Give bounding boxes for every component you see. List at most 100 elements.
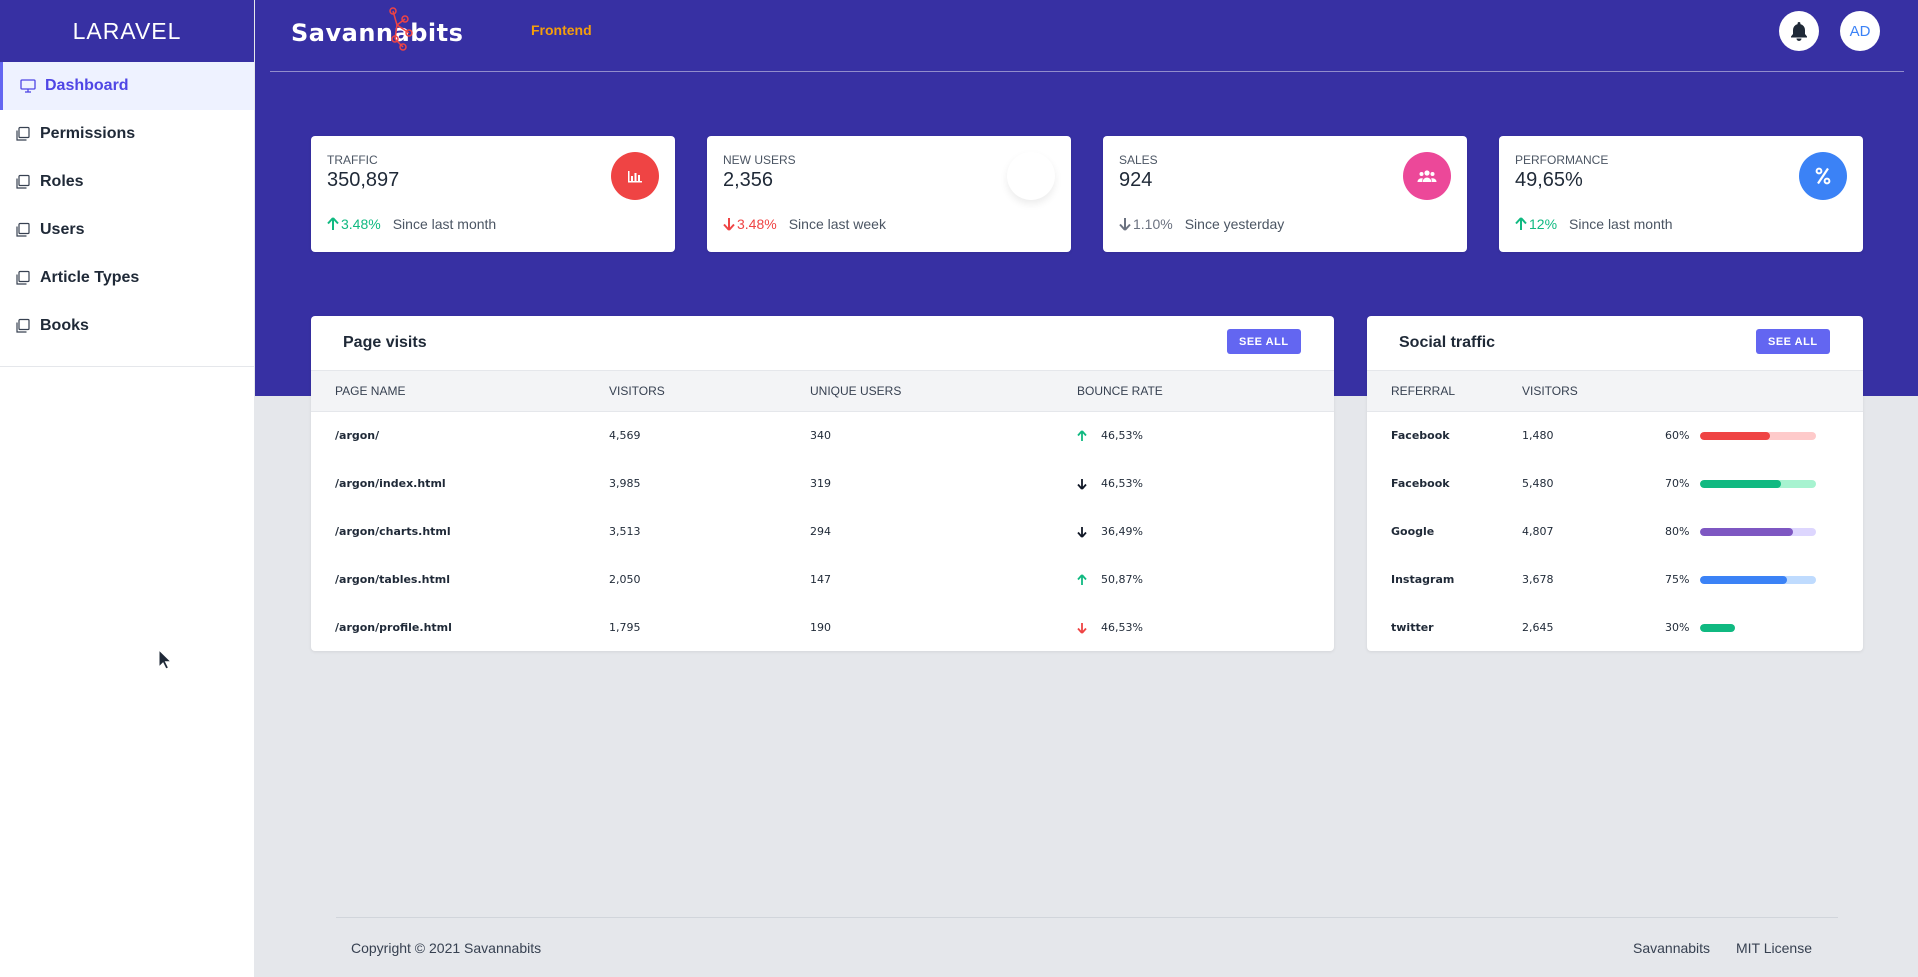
cell-referral: Google xyxy=(1391,525,1435,538)
users-icon xyxy=(1417,170,1437,182)
notifications-button[interactable] xyxy=(1779,11,1819,51)
sidebar: LARAVEL Dashboard Permissions Roles User… xyxy=(0,0,255,977)
cell-page: /argon/profile.html xyxy=(335,621,452,634)
progress-fill xyxy=(1700,527,1793,536)
sidebar-item-label: Permissions xyxy=(40,125,136,142)
cell-unique: 294 xyxy=(810,525,831,538)
copy-icon xyxy=(15,222,31,238)
progress-bar xyxy=(1700,527,1816,536)
col-header[interactable]: UNIQUE USERS xyxy=(810,370,1077,412)
bounce-value: 46,53% xyxy=(1101,477,1143,490)
cell-page: /argon/tables.html xyxy=(335,573,450,586)
stat-card-sales: SALES 924 1.10% Since yesterday xyxy=(1103,136,1467,252)
bounce-value: 50,87% xyxy=(1101,573,1143,586)
stat-label: NEW USERS xyxy=(723,153,796,167)
see-all-button[interactable]: SEE ALL xyxy=(1756,329,1830,354)
arrow-down-icon xyxy=(1077,526,1087,538)
col-header[interactable]: VISITORS xyxy=(1522,370,1665,412)
table-row: /argon/tables.html 2,050 147 50,87% xyxy=(311,556,1334,604)
arrow-up-icon xyxy=(1077,430,1087,441)
cell-unique: 147 xyxy=(810,573,831,586)
progress-fill xyxy=(1700,479,1782,488)
panel-title: Page visits xyxy=(343,334,427,351)
sidebar-item-label: Books xyxy=(40,317,89,334)
sidebar-item-dashboard[interactable]: Dashboard xyxy=(0,62,254,110)
sidebar-item-permissions[interactable]: Permissions xyxy=(0,110,254,158)
cell-referral: twitter xyxy=(1391,621,1434,634)
footer: Copyright © 2021 Savannabits Savannabits… xyxy=(336,917,1838,977)
see-all-button[interactable]: SEE ALL xyxy=(1227,329,1301,354)
cell-visitors: 2,645 xyxy=(1522,621,1554,634)
stat-footer: 3.48% Since last week xyxy=(723,216,886,232)
bounce-value: 46,53% xyxy=(1101,621,1143,634)
user-avatar[interactable]: AD xyxy=(1840,11,1880,51)
cell-progress: 80% xyxy=(1665,508,1863,556)
cell-visitors: 4,807 xyxy=(1522,525,1554,538)
cell-visitors: 1,795 xyxy=(609,621,641,634)
progress-fill xyxy=(1700,575,1787,584)
stat-card-traffic: TRAFFIC 350,897 3.48% Since last month xyxy=(311,136,675,252)
stat-footer: 1.10% Since yesterday xyxy=(1119,216,1284,232)
stat-icon-circle xyxy=(611,152,659,200)
sidebar-item-books[interactable]: Books xyxy=(0,302,254,350)
table-header-row: PAGE NAME VISITORS UNIQUE USERS BOUNCE R… xyxy=(311,370,1334,412)
col-header[interactable]: REFERRAL xyxy=(1367,370,1522,412)
arrow-down-icon xyxy=(1077,622,1087,634)
progress-percent: 80% xyxy=(1665,525,1690,538)
copy-icon xyxy=(15,126,31,142)
sidebar-item-label: Roles xyxy=(40,173,84,190)
cell-progress: 70% xyxy=(1665,460,1863,508)
footer-link-mit-license[interactable]: MIT License xyxy=(1736,940,1812,956)
frontend-link[interactable]: Frontend xyxy=(531,22,592,38)
top-navbar: Savannabits Frontend AD xyxy=(270,0,1904,72)
table-row: Facebook 1,480 60% xyxy=(1367,412,1863,460)
sidebar-item-roles[interactable]: Roles xyxy=(0,158,254,206)
col-header[interactable]: PAGE NAME xyxy=(311,370,609,412)
copy-icon xyxy=(15,318,31,334)
col-header[interactable]: BOUNCE RATE xyxy=(1077,370,1334,412)
cell-bounce: 46,53% xyxy=(1077,604,1334,652)
cell-bounce: 50,87% xyxy=(1077,556,1334,604)
stat-card-performance: PERFORMANCE 49,65% 12% Since last month xyxy=(1499,136,1863,252)
monitor-icon xyxy=(20,78,36,94)
cell-visitors: 3,985 xyxy=(609,477,641,490)
progress-percent: 60% xyxy=(1665,429,1690,443)
sidebar-brand[interactable]: LARAVEL xyxy=(0,0,254,62)
sidebar-item-users[interactable]: Users xyxy=(0,206,254,254)
sidebar-item-label: Users xyxy=(40,221,85,238)
arrow-up-icon xyxy=(1515,217,1527,230)
cell-unique: 340 xyxy=(810,429,831,443)
table-row: Facebook 5,480 70% xyxy=(1367,460,1863,508)
stat-change: 3.48% xyxy=(341,216,381,232)
stat-change: 3.48% xyxy=(737,216,777,232)
progress-fill xyxy=(1700,623,1735,632)
brand-logo[interactable]: Savannabits xyxy=(291,7,463,53)
progress-bar xyxy=(1700,479,1816,488)
stat-label: PERFORMANCE xyxy=(1515,153,1609,167)
stat-change: 12% xyxy=(1529,216,1558,232)
copy-icon xyxy=(15,270,31,286)
arrow-down-icon xyxy=(723,218,735,231)
stat-icon-circle xyxy=(1007,152,1055,200)
cell-progress: 75% xyxy=(1665,556,1863,604)
social-traffic-table: REFERRAL VISITORS Facebook 1,480 60% Fac… xyxy=(1367,370,1863,652)
cell-visitors: 4,569 xyxy=(609,429,641,443)
table-row: /argon/charts.html 3,513 294 36,49% xyxy=(311,508,1334,556)
progress-percent: 75% xyxy=(1665,573,1690,586)
chart-bar-icon xyxy=(628,171,642,183)
copy-icon xyxy=(15,174,31,190)
stat-value: 49,65% xyxy=(1515,169,1583,191)
cell-visitors: 1,480 xyxy=(1522,429,1554,443)
progress-percent: 70% xyxy=(1665,477,1690,490)
panel-title: Social traffic xyxy=(1399,334,1496,351)
cell-page: /argon/charts.html xyxy=(335,525,451,538)
arrow-up-icon xyxy=(327,217,339,230)
table-row: twitter 2,645 30% xyxy=(1367,604,1863,652)
stat-footer: 3.48% Since last month xyxy=(327,216,496,232)
cell-bounce: 46,53% xyxy=(1077,412,1334,460)
sidebar-item-label: Dashboard xyxy=(45,77,129,94)
cell-unique: 190 xyxy=(810,621,831,634)
col-header[interactable]: VISITORS xyxy=(609,370,810,412)
footer-link-savannabits[interactable]: Savannabits xyxy=(1633,940,1710,956)
sidebar-item-article-types[interactable]: Article Types xyxy=(0,254,254,302)
